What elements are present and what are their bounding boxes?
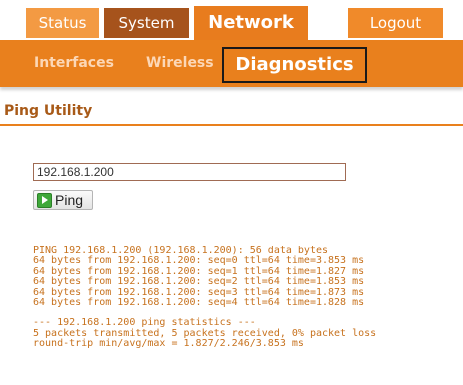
section-title: Ping Utility [4,103,93,119]
ping-output: PING 192.168.1.200 (192.168.1.200): 56 d… [33,246,461,350]
output-line: 64 bytes from 192.168.1.200: seq=2 ttl=6… [33,276,365,288]
output-line: 64 bytes from 192.168.1.200: seq=4 ttl=6… [33,296,365,308]
tab-network[interactable]: Network [194,6,308,40]
section-divider [0,124,463,126]
output-stats-line: round-trip min/avg/max = 1.827/2.246/3.8… [33,338,304,350]
ping-target-input[interactable] [33,163,346,181]
subnav-item-wireless[interactable]: Wireless [146,40,214,87]
ping-button-label: Ping [55,192,84,208]
play-icon [37,192,52,208]
subnav-item-interfaces[interactable]: Interfaces [34,40,114,87]
tab-status[interactable]: Status [26,8,99,38]
router-admin-page: Status System Network Logout Interfaces … [0,0,463,385]
tab-logout[interactable]: Logout [348,8,443,38]
ping-button[interactable]: Ping [33,190,93,210]
tab-system[interactable]: System [104,8,189,38]
subnav-item-diagnostics[interactable]: Diagnostics [222,47,367,83]
